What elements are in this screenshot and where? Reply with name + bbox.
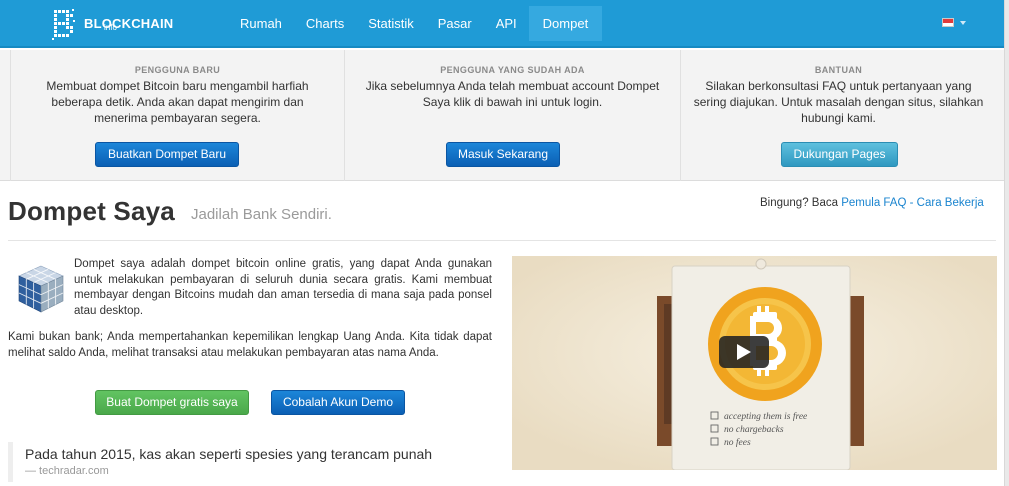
demo-account-button[interactable]: Cobalah Akun Demo — [271, 390, 405, 415]
existing-user-heading: PENGGUNA YANG SUDAH ADA — [440, 65, 585, 75]
nav-item-statistik[interactable]: Statistik — [356, 6, 426, 41]
faq-link[interactable]: Pemula FAQ — [841, 197, 906, 209]
indonesia-flag-icon[interactable] — [942, 18, 954, 27]
help-separator: - — [909, 197, 914, 209]
nav-item-rumah[interactable]: Rumah — [228, 6, 294, 41]
nav-item-api[interactable]: API — [484, 6, 529, 41]
checklist-item-free: accepting them is free — [724, 411, 807, 422]
checklist-item-fees: no fees — [724, 437, 751, 448]
help-heading: BANTUAN — [814, 65, 863, 75]
nav-item-dompet[interactable]: Dompet — [528, 6, 603, 41]
chevron-down-icon[interactable] — [960, 21, 966, 25]
page-title: Dompet Saya — [8, 196, 175, 226]
top-navbar: BLOCKCHAIN info Rumah Charts Statistik P… — [0, 0, 1004, 48]
existing-user-text: Jika sebelumnya Anda telah membuat accou… — [365, 79, 660, 109]
checklist-item-chargebacks: no chargebacks — [724, 425, 784, 435]
page-scrollbar[interactable] — [1004, 0, 1009, 486]
wallet-cube-icon — [18, 265, 64, 313]
brand-subtext: info — [104, 23, 117, 32]
play-icon[interactable] — [719, 336, 769, 368]
intro-video[interactable]: accepting them is free no chargebacks no… — [512, 256, 997, 470]
blockchain-logo-icon — [52, 9, 75, 40]
ownership-paragraph: Kami bukan bank; Anda mempertahankan kep… — [8, 331, 492, 359]
main-nav: Rumah Charts Statistik Pasar API Dompet — [228, 6, 603, 41]
nav-item-charts[interactable]: Charts — [294, 6, 356, 41]
help-text: Silakan berkonsultasi FAQ untuk pertanya… — [693, 79, 984, 125]
help-prefix: Bingung? Baca — [760, 197, 839, 209]
divider — [8, 240, 996, 241]
support-pages-button[interactable]: Dukungan Pages — [781, 142, 898, 167]
new-user-text: Membuat dompet Bitcoin baru mengambil ha… — [46, 79, 309, 125]
quote-text: Pada tahun 2015, kas akan seperti spesie… — [25, 446, 433, 462]
new-user-heading: PENGGUNA BARU — [134, 65, 221, 75]
nav-item-pasar[interactable]: Pasar — [426, 6, 484, 41]
intro-paragraph: Dompet saya adalah dompet bitcoin online… — [74, 258, 492, 317]
press-quote: Pada tahun 2015, kas akan seperti spesie… — [8, 442, 496, 482]
how-it-works-link[interactable]: Cara Bekerja — [917, 197, 984, 209]
quote-source: — techradar.com — [25, 465, 109, 477]
help-links: Bingung? Baca Pemula FAQ - Cara Bekerja — [760, 197, 984, 209]
create-free-wallet-button[interactable]: Buat Dompet gratis saya — [95, 390, 249, 415]
create-wallet-button[interactable]: Buatkan Dompet Baru — [95, 142, 239, 167]
page-subtitle: Jadilah Bank Sendiri. — [191, 206, 332, 223]
brand-name: BLOCKCHAIN — [84, 15, 174, 31]
video-illustration: accepting them is free no chargebacks no… — [512, 256, 997, 470]
login-now-button[interactable]: Masuk Sekarang — [446, 142, 560, 167]
